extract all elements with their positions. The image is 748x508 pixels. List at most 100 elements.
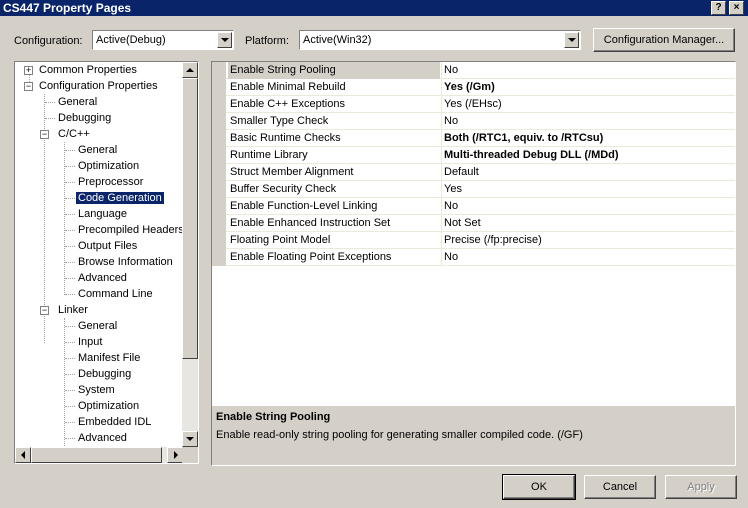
tree-connector xyxy=(65,166,75,167)
property-value[interactable]: No xyxy=(441,62,735,79)
tree-item-general[interactable]: General xyxy=(56,94,99,110)
scroll-left-icon[interactable] xyxy=(15,447,31,463)
vertical-scroll-thumb[interactable] xyxy=(182,78,198,359)
property-name[interactable]: Enable C++ Exceptions xyxy=(228,96,440,113)
configuration-manager-button[interactable]: Configuration Manager... xyxy=(593,28,735,52)
property-row[interactable]: Runtime Library Multi-threaded Debug DLL … xyxy=(212,147,735,164)
tree-item-cpp-browse-information[interactable]: Browse Information xyxy=(76,254,175,270)
cancel-button[interactable]: Cancel xyxy=(584,475,656,499)
tree-item-debugging[interactable]: Debugging xyxy=(56,110,113,126)
property-value[interactable]: Yes xyxy=(441,181,735,198)
scroll-down-icon[interactable] xyxy=(182,431,198,447)
property-row[interactable]: Buffer Security Check Yes xyxy=(212,181,735,198)
tree-item-linker-input[interactable]: Input xyxy=(76,334,104,350)
tree-item-linker-debugging[interactable]: Debugging xyxy=(76,366,133,382)
property-value[interactable]: Precise (/fp:precise) xyxy=(441,232,735,249)
property-value[interactable]: Default xyxy=(441,164,735,181)
chevron-down-icon[interactable] xyxy=(564,32,579,48)
scroll-right-icon[interactable] xyxy=(167,447,183,463)
tree-item-cpp-output-files[interactable]: Output Files xyxy=(76,238,139,254)
tree-horizontal-scrollbar[interactable] xyxy=(15,447,183,463)
configuration-dropdown[interactable]: Active(Debug) xyxy=(92,30,234,50)
property-name[interactable]: Enable Enhanced Instruction Set xyxy=(228,215,440,232)
property-value[interactable]: Both (/RTC1, equiv. to /RTCsu) xyxy=(441,130,735,147)
tree-item-linker-system[interactable]: System xyxy=(76,382,117,398)
property-value[interactable]: Yes (/EHsc) xyxy=(441,96,735,113)
property-row[interactable]: Enable String Pooling No xyxy=(212,62,735,79)
tree-item-linker-embedded-idl[interactable]: Embedded IDL xyxy=(76,414,153,430)
chevron-down-icon[interactable] xyxy=(217,32,232,48)
property-row[interactable]: Enable C++ Exceptions Yes (/EHsc) xyxy=(212,96,735,113)
tree-item-linker-advanced[interactable]: Advanced xyxy=(76,430,129,446)
tree-connector xyxy=(45,102,55,103)
property-row[interactable]: Enable Function-Level Linking No xyxy=(212,198,735,215)
property-name[interactable]: Runtime Library xyxy=(228,147,440,164)
tree-item-cpp-language[interactable]: Language xyxy=(76,206,129,222)
row-gutter xyxy=(212,181,226,198)
apply-button[interactable]: Apply xyxy=(665,475,737,499)
property-row[interactable]: Smaller Type Check No xyxy=(212,113,735,130)
tree-item-cpp-optimization[interactable]: Optimization xyxy=(76,158,141,174)
property-name[interactable]: Enable String Pooling xyxy=(228,62,440,79)
tree-vertical-scrollbar[interactable] xyxy=(182,62,198,447)
tree-item-linker-general[interactable]: General xyxy=(76,318,119,334)
tree-connector xyxy=(65,198,75,199)
close-button[interactable]: × xyxy=(729,1,744,15)
platform-label: Platform: xyxy=(245,35,290,47)
tree-item-linker-manifest-file[interactable]: Manifest File xyxy=(76,350,142,366)
property-name[interactable]: Struct Member Alignment xyxy=(228,164,440,181)
property-name[interactable]: Basic Runtime Checks xyxy=(228,130,440,147)
tree-item-cpp-preprocessor[interactable]: Preprocessor xyxy=(76,174,145,190)
property-row[interactable]: Enable Enhanced Instruction Set Not Set xyxy=(212,215,735,232)
tree-item-cpp-precompiled-headers[interactable]: Precompiled Headers xyxy=(76,222,186,238)
description-panel: Enable String Pooling Enable read-only s… xyxy=(212,404,735,465)
property-value[interactable]: Not Set xyxy=(441,215,735,232)
tree-connector xyxy=(65,150,75,151)
tree-item-cpp[interactable]: C/C++ xyxy=(56,126,92,142)
property-value[interactable]: No xyxy=(441,198,735,215)
property-name[interactable]: Buffer Security Check xyxy=(228,181,440,198)
row-gutter xyxy=(212,249,226,266)
scrollbar-corner xyxy=(182,447,198,463)
tree-item-configuration-properties[interactable]: Configuration Properties xyxy=(37,78,160,94)
help-button[interactable]: ? xyxy=(711,1,726,15)
horizontal-scroll-thumb[interactable] xyxy=(31,447,162,463)
property-row[interactable]: Enable Minimal Rebuild Yes (/Gm) xyxy=(212,79,735,96)
tree-item-linker[interactable]: Linker xyxy=(56,302,90,318)
property-grid[interactable]: Enable String Pooling No Enable Minimal Re… xyxy=(212,62,735,266)
property-row[interactable]: Floating Point Model Precise (/fp:precise… xyxy=(212,232,735,249)
collapse-icon[interactable]: − xyxy=(40,130,49,139)
tree-connector xyxy=(64,318,65,448)
tree-connector xyxy=(65,326,75,327)
ok-button[interactable]: OK xyxy=(502,474,576,500)
collapse-icon[interactable]: − xyxy=(40,306,49,315)
property-name[interactable]: Smaller Type Check xyxy=(228,113,440,130)
property-value[interactable]: Multi-threaded Debug DLL (/MDd) xyxy=(441,147,735,164)
scroll-up-icon[interactable] xyxy=(182,62,198,78)
property-value[interactable]: No xyxy=(441,113,735,130)
property-tree[interactable]: + Common Properties − Configuration Prop… xyxy=(14,61,199,464)
property-name[interactable]: Enable Function-Level Linking xyxy=(228,198,440,215)
property-row[interactable]: Struct Member Alignment Default xyxy=(212,164,735,181)
tree-item-cpp-advanced[interactable]: Advanced xyxy=(76,270,129,286)
row-gutter xyxy=(212,198,226,215)
property-name[interactable]: Floating Point Model xyxy=(228,232,440,249)
tree-item-linker-optimization[interactable]: Optimization xyxy=(76,398,141,414)
property-row[interactable]: Basic Runtime Checks Both (/RTC1, equiv. … xyxy=(212,130,735,147)
tree-item-common-properties[interactable]: Common Properties xyxy=(37,62,139,78)
property-value[interactable]: Yes (/Gm) xyxy=(441,79,735,96)
expand-icon[interactable]: + xyxy=(24,66,33,75)
platform-dropdown[interactable]: Active(Win32) xyxy=(299,30,581,50)
property-row[interactable]: Enable Floating Point Exceptions No xyxy=(212,249,735,266)
tree-item-cpp-command-line[interactable]: Command Line xyxy=(76,286,155,302)
property-grid-panel: Enable String Pooling No Enable Minimal Re… xyxy=(211,61,736,466)
tree-item-cpp-general[interactable]: General xyxy=(76,142,119,158)
tree-connector xyxy=(65,262,75,263)
tree-item-code-generation[interactable]: Code Generation xyxy=(75,190,165,206)
tree-connector xyxy=(65,358,75,359)
property-value[interactable]: No xyxy=(441,249,735,266)
property-name[interactable]: Enable Minimal Rebuild xyxy=(228,79,440,96)
collapse-icon[interactable]: − xyxy=(24,82,33,91)
property-name[interactable]: Enable Floating Point Exceptions xyxy=(228,249,440,266)
tree-connector xyxy=(45,118,55,119)
